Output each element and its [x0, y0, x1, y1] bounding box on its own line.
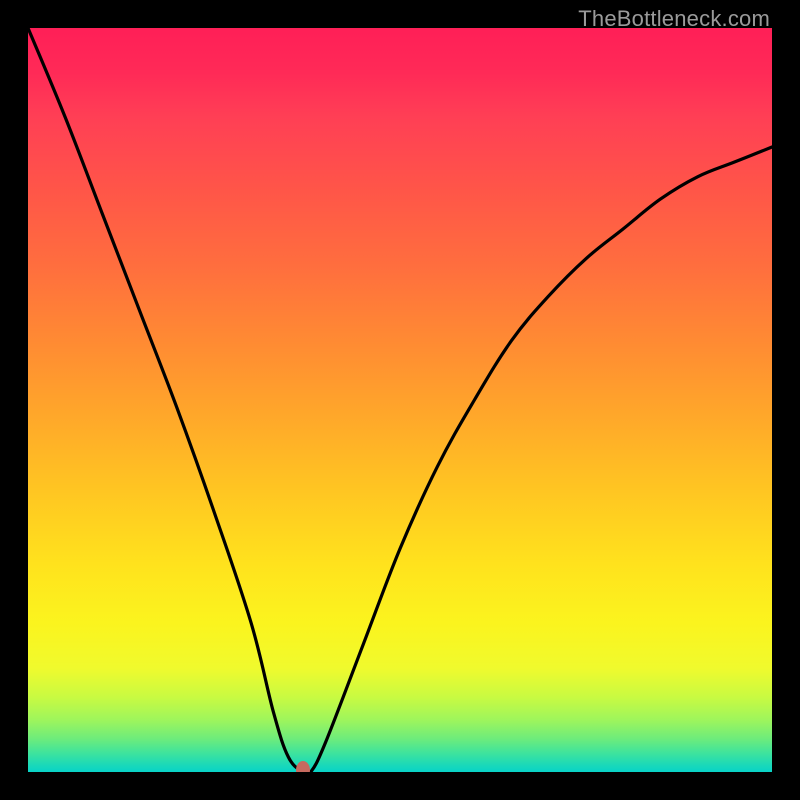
minimum-marker [296, 761, 310, 772]
plot-area [28, 28, 772, 772]
chart-frame: TheBottleneck.com [0, 0, 800, 800]
watermark-text: TheBottleneck.com [578, 6, 770, 32]
bottleneck-curve [28, 28, 772, 772]
